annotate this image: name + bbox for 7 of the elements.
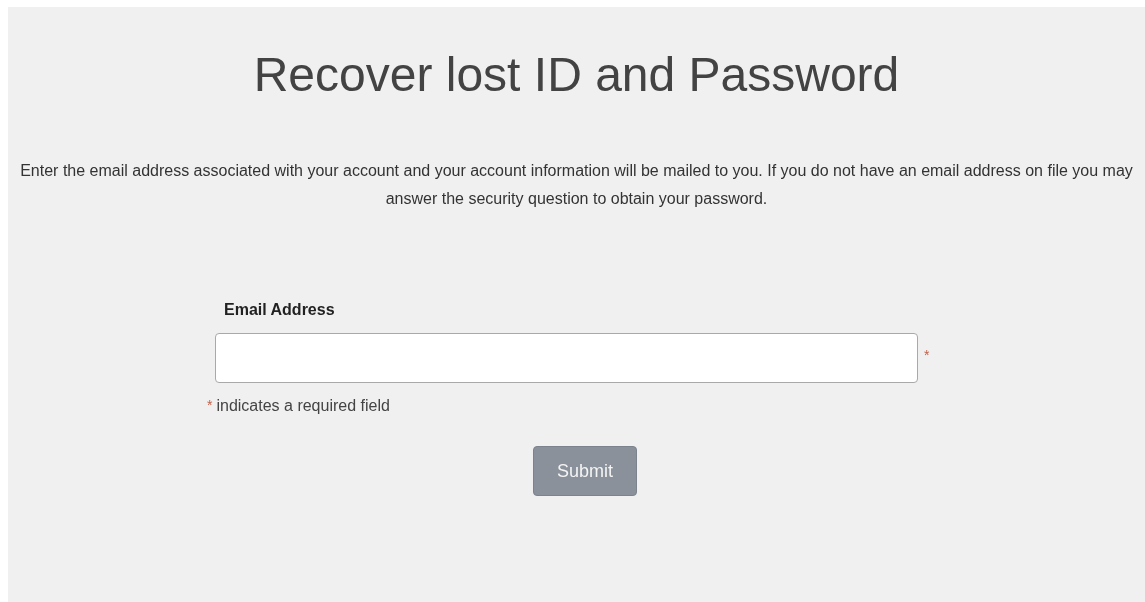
page-title: Recover lost ID and Password (253, 47, 900, 103)
required-marker: * (207, 397, 213, 413)
required-note: indicates a required field (216, 397, 390, 416)
field-label: Email Address (224, 300, 335, 320)
email-input-field[interactable] (215, 333, 918, 383)
required-marker: * (924, 347, 930, 363)
intro-paragraph: Enter the email address associated with your account and your account information will be mailed to you. If you do not have an email address on file you may answer the security question to obtain your password. (19, 161, 1134, 209)
